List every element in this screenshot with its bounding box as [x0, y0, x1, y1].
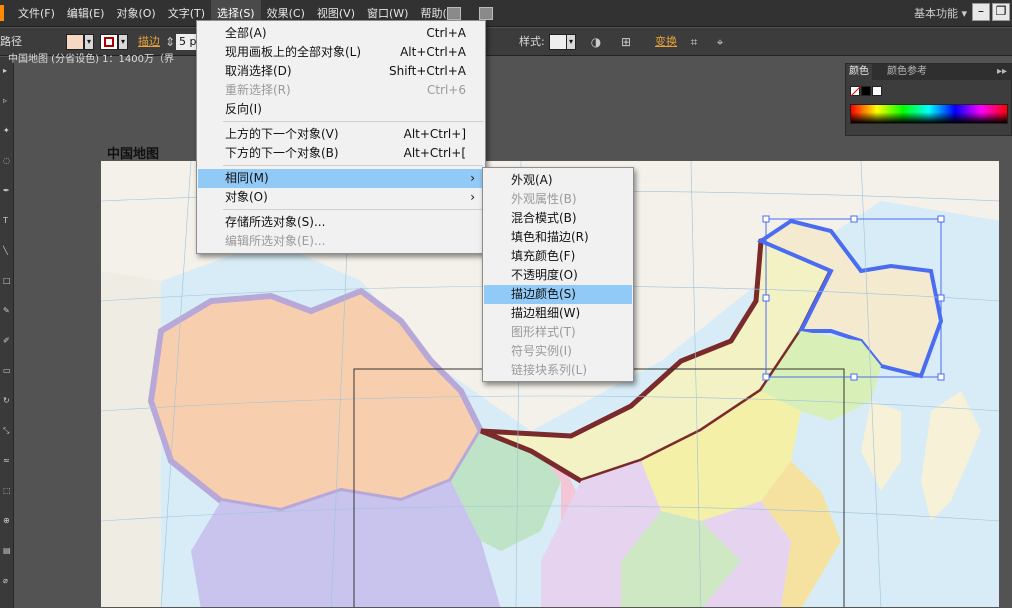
puppet-icon[interactable]: ⌖ [712, 34, 728, 50]
workspace-label: 基本功能 [914, 7, 958, 20]
selection-tool-icon[interactable]: ▸ [3, 67, 11, 75]
stroke-swatch[interactable] [100, 34, 118, 50]
brush-tool-icon[interactable]: ✎ [3, 307, 11, 315]
free-transform-tool-icon[interactable]: ⬚ [3, 487, 11, 495]
submenu-item-fill-color[interactable]: 填充颜色(F) [484, 247, 632, 266]
bridge-icon[interactable] [447, 7, 461, 20]
fill-dropdown[interactable]: ▾ [84, 34, 94, 50]
menu-item-select-artboard-all[interactable]: 现用画板上的全部对象(L) Alt+Ctrl+A [198, 43, 484, 62]
map-neighbor-land-west [101, 271, 161, 607]
white-swatch[interactable] [872, 86, 882, 96]
document-tab[interactable]: 中国地图 (分省设色) 1：1400万（界 [8, 52, 174, 68]
line-tool-icon[interactable]: ╲ [3, 247, 11, 255]
menu-item-select-all[interactable]: 全部(A) Ctrl+A [198, 24, 484, 43]
graphic-style-dropdown[interactable]: ▾ [566, 34, 576, 50]
panel-menu-icon[interactable]: ▸▸ [994, 64, 1010, 80]
align-grid-icon[interactable]: ⊞ [618, 34, 634, 50]
menu-item-next-object-below[interactable]: 下方的下一个对象(B) Alt+Ctrl+[ [198, 144, 484, 163]
chevron-right-icon: › [470, 171, 475, 185]
rectangle-tool-icon[interactable]: □ [3, 277, 11, 285]
rotate-tool-icon[interactable]: ↻ [3, 397, 11, 405]
direct-selection-tool-icon[interactable]: ▹ [3, 97, 11, 105]
menu-separator [223, 165, 483, 166]
eraser-tool-icon[interactable]: ▭ [3, 367, 11, 375]
warp-tool-icon[interactable]: ≈ [3, 457, 11, 465]
same-submenu: 外观(A) 外观属性(B) 混合模式(B) 填色和描边(R) 填充颜色(F) 不… [482, 167, 634, 382]
tools-panel: ▸ ▹ ✦ ◌ ✒ T ╲ □ ✎ ✐ ▭ ↻ ⤡ ≈ ⬚ ⊕ ▤ ⌀ [0, 57, 14, 608]
submenu-item-appearance[interactable]: 外观(A) [484, 171, 632, 190]
magic-wand-tool-icon[interactable]: ✦ [3, 127, 11, 135]
submenu-item-blending-mode[interactable]: 混合模式(B) [484, 209, 632, 228]
tab-color[interactable]: 颜色 [846, 64, 872, 80]
submenu-item-link-block-series: 链接块系列(L) [511, 363, 588, 377]
menu-separator [223, 209, 483, 210]
menu-item-same[interactable]: 相同(M) › [198, 169, 484, 188]
none-slash-icon [850, 86, 861, 97]
type-tool-icon[interactable]: T [3, 217, 11, 225]
submenu-item-graphic-style: 图形样式(T) [511, 325, 576, 339]
color-panel: 颜色 颜色参考 ▸▸ [845, 63, 1012, 136]
submenu-item-symbol-instance: 符号实例(I) [511, 344, 572, 358]
none-swatch[interactable] [850, 86, 861, 97]
stroke-dropdown[interactable]: ▾ [118, 34, 128, 50]
menu-separator [223, 121, 483, 122]
menu-item-edit-selection: 编辑所选对象(E)... [225, 234, 326, 248]
menu-edit[interactable]: 编辑(E) [61, 0, 111, 27]
chevron-down-icon: ▾ [961, 7, 968, 20]
app-logo [0, 5, 4, 21]
menu-file[interactable]: 文件(F) [12, 0, 61, 27]
gradient-tool-icon[interactable]: ▤ [3, 547, 11, 555]
tab-color-guide[interactable]: 颜色参考 [884, 64, 930, 80]
recolor-icon[interactable]: ◑ [588, 34, 604, 50]
menu-item-reselect: 重新选择(R) Ctrl+6 [225, 83, 466, 97]
style-label: 样式: [519, 35, 545, 48]
submenu-item-fill-stroke[interactable]: 填色和描边(R) [484, 228, 632, 247]
menu-item-deselect[interactable]: 取消选择(D) Shift+Ctrl+A [198, 62, 484, 81]
arrange-documents-icon[interactable] [479, 7, 493, 20]
color-spectrum[interactable] [850, 104, 1008, 124]
transform-link[interactable]: 变换 [655, 28, 677, 56]
select-menu: 全部(A) Ctrl+A 现用画板上的全部对象(L) Alt+Ctrl+A 取消选择… [196, 20, 486, 254]
restore-button[interactable]: ❐ [992, 3, 1010, 21]
stroke-swatch-icon [104, 37, 114, 47]
submenu-item-appearance-attribute: 外观属性(B) [511, 192, 577, 206]
isolate-icon[interactable]: ⌗ [686, 34, 702, 50]
pen-tool-icon[interactable]: ✒ [3, 187, 11, 195]
submenu-item-opacity[interactable]: 不透明度(O) [484, 266, 632, 285]
panel-tabs: 颜色 颜色参考 ▸▸ [846, 64, 1012, 80]
pencil-tool-icon[interactable]: ✐ [3, 337, 11, 345]
minimize-button[interactable]: – [972, 3, 990, 21]
graphic-style-swatch[interactable] [549, 34, 567, 50]
stroke-weight-input[interactable]: 5 p [176, 34, 196, 50]
shape-builder-tool-icon[interactable]: ⊕ [3, 517, 11, 525]
chevron-right-icon: › [470, 190, 475, 204]
lasso-tool-icon[interactable]: ◌ [3, 157, 11, 165]
menu-item-save-selection[interactable]: 存储所选对象(S)... [198, 213, 484, 232]
workspace-switcher[interactable]: 基本功能 ▾ [914, 0, 967, 27]
submenu-item-stroke-color[interactable]: 描边颜色(S) [484, 285, 632, 304]
black-swatch[interactable] [861, 86, 871, 96]
submenu-item-stroke-weight[interactable]: 描边粗细(W) [484, 304, 632, 323]
fill-swatch[interactable] [66, 34, 84, 50]
eyedropper-tool-icon[interactable]: ⌀ [3, 577, 11, 585]
menu-bar: 文件(F) 编辑(E) 对象(O) 文字(T) 选择(S) 效果(C) 视图(V… [0, 0, 1012, 27]
menu-item-inverse[interactable]: 反向(I) [198, 100, 484, 119]
menu-object[interactable]: 对象(O) [110, 0, 161, 27]
scale-tool-icon[interactable]: ⤡ [3, 427, 11, 435]
menu-item-next-object-above[interactable]: 上方的下一个对象(V) Alt+Ctrl+] [198, 125, 484, 144]
menu-item-object[interactable]: 对象(O) › [198, 188, 484, 207]
